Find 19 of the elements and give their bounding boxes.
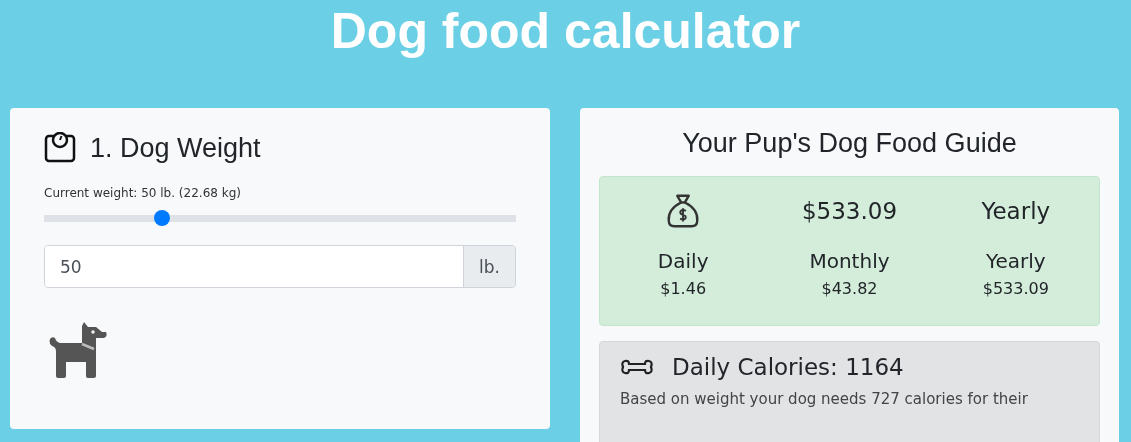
- unit-label: lb.: [463, 246, 515, 287]
- panel-heading: Your Pup's Dog Food Guide: [681, 128, 1018, 160]
- period-label: Daily: [657, 249, 709, 273]
- calories-heading: Daily Calories: 1164: [672, 354, 904, 380]
- headline-period: Yearly: [980, 197, 1052, 226]
- period-amount: $1.46: [660, 279, 707, 298]
- panel-heading: 1. Dog Weight: [90, 132, 261, 164]
- calories-text: Based on weight your dog needs 727 calories for their: [620, 390, 1029, 408]
- weight-field[interactable]: 50 lb.: [44, 245, 516, 288]
- period-amount: $533.09: [982, 279, 1049, 298]
- headline-amount: $533.09: [800, 197, 899, 226]
- scale-icon: [44, 132, 76, 164]
- period-amount: $43.82: [821, 279, 878, 298]
- page-title: Dog food calculator: [329, 2, 802, 61]
- current-weight-label: Current weight: 50 lb. (22.68 kg): [44, 186, 242, 200]
- bone-icon: [620, 359, 654, 375]
- period-label: Yearly: [985, 249, 1046, 273]
- slider-thumb[interactable]: [154, 210, 170, 226]
- period-label: Monthly: [809, 249, 890, 273]
